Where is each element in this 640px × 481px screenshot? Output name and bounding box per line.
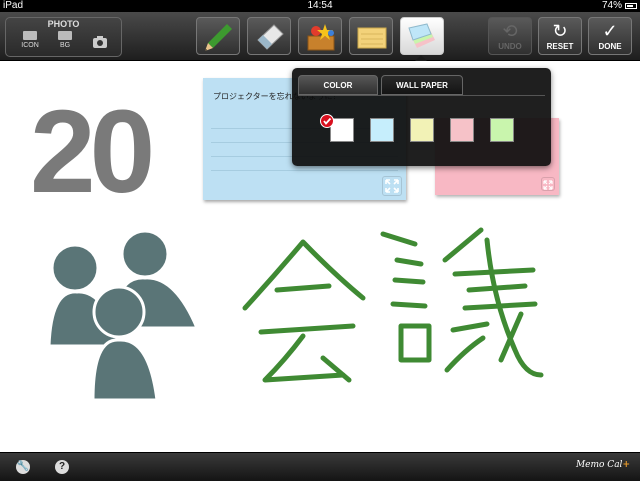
big-number-stamp[interactable]: 20 — [30, 82, 155, 222]
question-icon[interactable]: ? — [55, 460, 69, 474]
stamp-tool-button[interactable] — [298, 17, 342, 55]
done-button[interactable]: ✓ DONE — [588, 17, 632, 55]
bottom-bar: 🔧 ? Memo Cal+ — [0, 452, 640, 481]
undo-icon: ⟲ — [502, 21, 518, 41]
expand-icon — [385, 179, 399, 193]
photo-group: PHOTO ICON BG — [5, 17, 122, 57]
swatch-light-green[interactable] — [490, 118, 514, 142]
eraser-tool-button[interactable] — [247, 17, 291, 55]
toolbar: PHOTO ICON BG ⟲ UNDO ↻ RESET ✓ DONE — [0, 12, 640, 61]
tab-divider — [298, 95, 545, 96]
paper-color-tool-button[interactable] — [400, 17, 444, 55]
done-label: DONE — [598, 42, 622, 51]
checkmark-icon: ✓ — [602, 21, 618, 41]
expand-button[interactable] — [541, 177, 555, 191]
reset-label: RESET — [546, 42, 574, 51]
photo-icon-label: ICON — [21, 42, 39, 49]
tab-wall-paper[interactable]: WALL PAPER — [381, 75, 463, 95]
memo-tool-button[interactable] — [349, 17, 393, 55]
app-brand-logo: Memo Cal+ — [576, 460, 630, 470]
eraser-icon — [257, 24, 284, 50]
photo-bg-button[interactable]: BG — [49, 31, 81, 53]
undo-label: UNDO — [498, 42, 522, 51]
pencil-tool-button[interactable] — [196, 17, 240, 55]
expand-button[interactable] — [382, 176, 402, 196]
people-stamp-icon[interactable] — [45, 228, 205, 408]
swatch-pink[interactable] — [450, 118, 474, 142]
undo-button[interactable]: ⟲ UNDO — [488, 17, 532, 55]
selected-check-icon — [320, 114, 334, 128]
camera-icon — [93, 36, 107, 48]
photo-group-title: PHOTO — [47, 19, 80, 29]
paper-color-icon — [408, 23, 435, 48]
memo-rule-line — [211, 170, 398, 171]
tab-color[interactable]: COLOR — [298, 75, 378, 95]
status-bar: iPad 14:54 74% — [0, 0, 640, 12]
stamp-box-icon — [307, 24, 335, 51]
memo-pad-icon — [357, 27, 387, 49]
photo-icon-button[interactable]: ICON — [14, 31, 46, 53]
swatch-yellow[interactable] — [410, 118, 434, 142]
camera-button[interactable] — [84, 31, 116, 53]
clock: 14:54 — [307, 0, 333, 11]
expand-icon — [543, 180, 553, 190]
brand-text: Memo Cal — [575, 460, 623, 470]
handwriting-drawing[interactable]: 会議 — [225, 220, 555, 400]
photo-bg-label: BG — [59, 42, 71, 49]
brand-plus-icon: + — [622, 460, 630, 470]
battery-icon — [625, 3, 637, 9]
battery-percent: 74% — [601, 0, 622, 11]
swatch-light-blue[interactable] — [370, 118, 394, 142]
reset-button[interactable]: ↻ RESET — [538, 17, 582, 55]
background-image-icon — [58, 31, 72, 40]
reset-icon: ↻ — [552, 21, 568, 41]
pencil-icon — [205, 24, 232, 51]
photo-frame-icon — [23, 31, 37, 40]
wrench-icon[interactable]: 🔧 — [16, 460, 30, 474]
